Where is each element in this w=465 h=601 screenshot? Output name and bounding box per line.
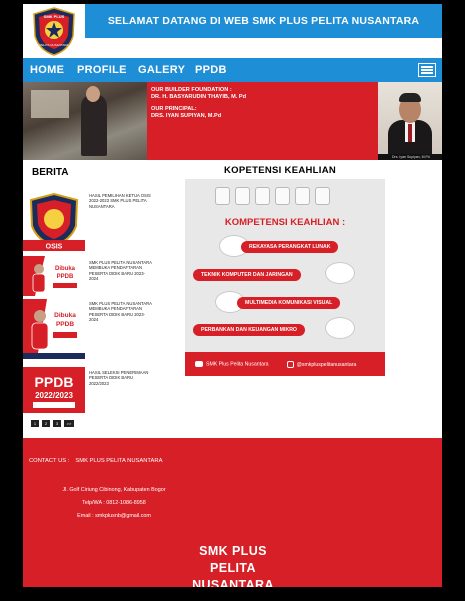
kompetensi-poster[interactable]: KOMPETENSI KEAHLIAN : REKAYASA PERANGKAT… — [185, 179, 385, 376]
svg-text:Dibuka: Dibuka — [55, 266, 76, 272]
svg-text:OSIS: OSIS — [46, 244, 63, 251]
school-icon — [295, 187, 310, 205]
school-icon — [315, 187, 330, 205]
principal-name: DRS. IYAN SUPIYAN, M.Pd — [151, 112, 222, 119]
next-page-button[interactable]: >> — [64, 420, 74, 427]
svg-text:2022/2023: 2022/2023 — [35, 391, 73, 400]
youtube-channel: SMK Plus Pelita Nusantara — [195, 360, 269, 367]
nav-item-profile[interactable]: PROFILE — [77, 64, 127, 76]
email[interactable]: Email : smkplusnb@gmail.com — [23, 510, 205, 523]
hero-banner: OUR BUILDER FOUNDATION : DR. H. BASYARUD… — [23, 82, 442, 160]
hamburger-menu-icon[interactable] — [418, 63, 436, 77]
skill-mkv: MULTIMEDIA KOMUNIKASI VISUAL — [237, 297, 341, 309]
hero-text: OUR BUILDER FOUNDATION : DR. H. BASYARUD… — [151, 87, 246, 119]
svg-text:PELITA NUSANTARA: PELITA NUSANTARA — [39, 43, 68, 47]
server-icon — [325, 262, 355, 284]
school-logo-icon[interactable]: SMK PLUS PELITA NUSANTARA — [29, 6, 79, 56]
school-icon — [275, 187, 290, 205]
header: SMK PLUS PELITA NUSANTARA SELAMAT DATANG… — [23, 4, 442, 58]
news-title[interactable]: HASIL SELEKSI PENERIMAAN PESERTA DIDIK B… — [89, 370, 153, 386]
founder-label: OUR BUILDER FOUNDATION : — [151, 87, 232, 93]
page-3-button[interactable]: 3 — [53, 420, 61, 427]
founder-photo — [23, 82, 147, 160]
contact-details: Jl. Golf Ciriung Cibinong, Kabupaten Bog… — [23, 484, 205, 523]
news-pagination: 1 2 3 >> — [31, 420, 74, 427]
nav-item-ppdb[interactable]: PPDB — [195, 64, 227, 76]
contact-school: SMK PLUS PELITA NUSANTARA — [75, 458, 163, 464]
youtube-icon — [195, 360, 203, 367]
svg-text:PPDB: PPDB — [56, 321, 74, 328]
principal-photo-caption: Drs. Iyan Supiyan, M.Pd — [378, 154, 442, 160]
news-title[interactable]: SMK PLUS PELITA NUSANTARA MEMBUKA PENDAF… — [89, 301, 153, 323]
poster-social: SMK Plus Pelita Nusantara @smkpluspelita… — [185, 352, 385, 376]
welcome-banner: SELAMAT DATANG DI WEB SMK PLUS PELITA NU… — [85, 4, 442, 38]
news-thumbnail-ppdb[interactable]: Dibuka PPDB — [23, 256, 85, 296]
phone[interactable]: Telp/WA : 0812-1086-8958 — [23, 497, 205, 510]
svg-text:PPDB: PPDB — [35, 374, 74, 390]
news-thumbnail-ppdb[interactable]: Dibuka PPDB — [23, 299, 85, 359]
bank-icon — [325, 317, 355, 339]
skill-pkm: PERBANKAN DAN KEUANGAN MIKRO — [193, 324, 305, 336]
page-1-button[interactable]: 1 — [31, 420, 39, 427]
skill-rpl: REKAYASA PERANGKAT LUNAK — [241, 241, 339, 253]
page: SMK PLUS PELITA NUSANTARA SELAMAT DATANG… — [23, 4, 442, 587]
svg-text:SMK PLUS: SMK PLUS — [44, 14, 65, 19]
news-title[interactable]: HASIL PEMILIHAN KETUA OSIS 2022-2023 SMK… — [89, 193, 153, 209]
instagram-icon — [286, 360, 294, 368]
school-icon — [235, 187, 250, 205]
contact-label: CONTACT US : — [29, 458, 70, 464]
founder-name: DR. H. BASYARUDIN THAYIB, M. Pd — [151, 93, 246, 100]
site-title: SELAMAT DATANG DI WEB SMK PLUS PELITA NU… — [107, 15, 420, 27]
footer: CONTACT US : SMK PLUS PELITA NUSANTARA Jl… — [23, 438, 442, 587]
address: Jl. Golf Ciriung Cibinong, Kabupaten Bog… — [62, 487, 166, 493]
news-thumbnail-ppdb-2022[interactable]: PPDB 2022/2023 — [23, 367, 85, 413]
kompetensi-heading: KOPETENSI KEAHLIAN — [224, 165, 337, 176]
instagram-account: @smkpluspelitanusantara — [286, 360, 356, 368]
news-thumbnail-osis[interactable]: OSIS — [23, 190, 85, 251]
principal-photo: Drs. Iyan Supiyan, M.Pd — [378, 82, 442, 160]
skill-tkj: TEKNIK KOMPUTER DAN JARINGAN — [193, 269, 301, 281]
poster-heading: KOMPETENSI KEAHLIAN : — [224, 217, 346, 228]
main-nav: HOME PROFILE GALERY PPDB — [23, 58, 442, 82]
school-icon — [215, 187, 230, 205]
footer-school-name: SMK PLUS PELITA NUSANTARA — [192, 544, 274, 587]
nav-item-galery[interactable]: GALERY — [138, 64, 185, 76]
contact-line: CONTACT US : SMK PLUS PELITA NUSANTARA — [29, 458, 162, 464]
partner-logos — [215, 187, 330, 205]
news-title[interactable]: SMK PLUS PELITA NUSANTARA MEMBUKA PENDAF… — [89, 260, 153, 282]
svg-text:PPDB: PPDB — [57, 274, 74, 280]
svg-text:Dibuka: Dibuka — [54, 312, 76, 319]
page-2-button[interactable]: 2 — [42, 420, 50, 427]
school-icon — [255, 187, 270, 205]
nav-item-home[interactable]: HOME — [30, 64, 64, 76]
berita-heading: BERITA — [32, 167, 69, 178]
